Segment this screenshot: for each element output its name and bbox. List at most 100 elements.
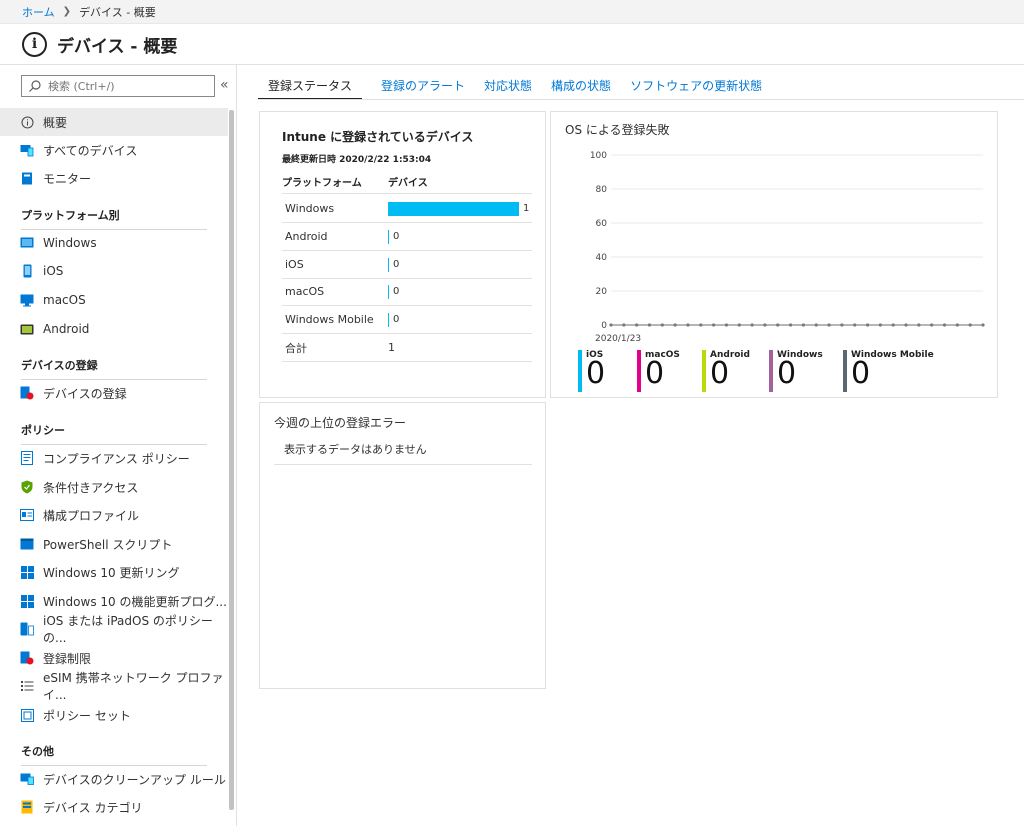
sidebar-item-monitor[interactable]: モニター	[0, 164, 228, 192]
sidebar-item-device-enrollment[interactable]: デバイスの登録	[0, 379, 228, 407]
data-point[interactable]	[955, 323, 959, 327]
table-row[interactable]: iOS 0	[282, 251, 532, 279]
data-point[interactable]	[878, 323, 882, 327]
info-icon: i	[22, 31, 47, 57]
data-point[interactable]	[776, 323, 780, 327]
data-point[interactable]	[647, 323, 652, 327]
sidebar-scrollbar[interactable]	[229, 110, 234, 810]
data-point[interactable]	[622, 323, 626, 327]
sidebar-item-label: デバイス カテゴリ	[43, 800, 143, 815]
sidebar-item-ios[interactable]: iOS	[0, 257, 228, 285]
breadcrumb: ホーム ❯ デバイス - 概要	[0, 0, 1024, 24]
legend-item-android[interactable]: Android 0	[702, 350, 750, 392]
table-row[interactable]: macOS 0	[282, 278, 532, 306]
data-point[interactable]	[750, 323, 754, 327]
data-point[interactable]	[942, 323, 947, 327]
y-tick-label: 100	[590, 151, 607, 161]
data-point[interactable]	[801, 323, 806, 327]
enrollment-failures-chart-card[interactable]: OS による登録失敗 0 20 40 60 80 100 2020/1/23 iOS 0 m…	[550, 111, 998, 398]
empty-state-text: 表示するデータはありません	[274, 439, 532, 465]
tab-enrollment-status[interactable]: 登録ステータス	[258, 78, 363, 100]
legend-item-ios[interactable]: iOS 0	[578, 350, 605, 392]
compliance-icon	[20, 451, 34, 465]
sidebar-item-label: 登録制限	[43, 651, 92, 666]
data-point[interactable]	[904, 323, 908, 327]
table-row[interactable]: Windows Mobile 0	[282, 306, 532, 334]
data-point[interactable]	[737, 323, 741, 327]
tab-bar: 登録ステータス 登録のアラート 対応状態 構成の状態 ソフトウェアの更新状態	[258, 78, 781, 100]
search-input[interactable]	[48, 79, 208, 93]
tab-configuration-status[interactable]: 構成の状態	[551, 78, 611, 100]
profile-icon	[20, 508, 34, 522]
powershell-icon	[20, 537, 34, 551]
device-count-bar	[388, 229, 389, 244]
sidebar-item-esim-profiles[interactable]: eSIM 携帯ネットワーク プロファイ...	[0, 671, 228, 702]
sidebar-item-policy-sets[interactable]: ポリシー セット	[0, 701, 228, 729]
sidebar-item-powershell-scripts[interactable]: PowerShell スクリプト	[0, 530, 228, 558]
legend-item-windows[interactable]: Windows 0	[769, 350, 823, 392]
legend-series-total: 0	[710, 356, 730, 391]
sidebar-item-device-categories[interactable]: デバイス カテゴリ	[0, 793, 228, 821]
data-point[interactable]	[930, 323, 934, 327]
data-point[interactable]	[660, 323, 664, 327]
sidebar-item-overview[interactable]: 概要	[0, 108, 228, 136]
data-point[interactable]	[763, 323, 767, 327]
breadcrumb-home-link[interactable]: ホーム	[22, 4, 55, 20]
legend-item-macos[interactable]: macOS 0	[637, 350, 680, 392]
data-point[interactable]	[712, 323, 716, 327]
device-count-bar	[388, 257, 389, 272]
sidebar-item-conditional-access[interactable]: 条件付きアクセス	[0, 473, 228, 501]
category-icon	[20, 800, 34, 814]
sidebar-item-label: Windows	[43, 236, 97, 250]
cleanup-icon	[20, 772, 34, 786]
data-point[interactable]	[865, 323, 870, 327]
data-point[interactable]	[686, 323, 690, 327]
sidebar-item-windows[interactable]: Windows	[0, 229, 228, 257]
sidebar-item-label: コンプライアンス ポリシー	[43, 451, 190, 466]
sidebar-item-ios-update-policies[interactable]: iOS または iPadOS のポリシーの...	[0, 614, 228, 645]
sidebar-item-device-cleanup-rules[interactable]: デバイスのクリーンアップ ルール	[0, 765, 228, 793]
total-value: 1	[388, 341, 395, 354]
search-box[interactable]	[21, 75, 215, 97]
sidebar-item-macos[interactable]: macOS	[0, 286, 228, 314]
sidebar-item-compliance-policy[interactable]: コンプライアンス ポリシー	[0, 444, 228, 472]
sidebar-item-label: すべてのデバイス	[43, 143, 138, 158]
legend-item-windows-mobile[interactable]: Windows Mobile 0	[843, 350, 934, 392]
data-point[interactable]	[788, 323, 793, 327]
data-point[interactable]	[673, 323, 677, 327]
data-point[interactable]	[827, 323, 831, 327]
sidebar-item-android[interactable]: Android	[0, 315, 228, 343]
table-row[interactable]: Android 0	[282, 223, 532, 251]
monitor-book-icon	[20, 171, 34, 185]
data-point[interactable]	[635, 323, 639, 327]
enrolled-devices-card[interactable]: Intune に登録されているデバイス 最終更新日時 2020/2/22 1:5…	[259, 111, 546, 398]
data-point[interactable]	[968, 323, 972, 327]
sidebar-item-label: PowerShell スクリプト	[43, 537, 173, 552]
sidebar-item-configuration-profiles[interactable]: 構成プロファイル	[0, 501, 228, 529]
sidebar-item-enrollment-restrictions[interactable]: 登録制限	[0, 644, 228, 672]
data-point[interactable]	[609, 323, 613, 327]
shield-icon	[20, 480, 34, 494]
tab-compliance-status[interactable]: 対応状態	[484, 78, 532, 100]
data-point[interactable]	[917, 323, 921, 327]
tab-enrollment-alerts[interactable]: 登録のアラート	[381, 78, 465, 100]
data-point[interactable]	[814, 323, 818, 327]
collapse-sidebar-icon[interactable]: «	[220, 77, 229, 93]
top-enrollment-errors-card[interactable]: 今週の上位の登録エラー 表示するデータはありません	[259, 402, 546, 689]
windows-device-icon	[20, 236, 34, 250]
tab-software-update-status[interactable]: ソフトウェアの更新状態	[630, 78, 762, 100]
data-point[interactable]	[724, 323, 729, 327]
data-point[interactable]	[981, 323, 985, 327]
sidebar-item-windows10-feature-updates[interactable]: Windows 10 の機能更新プログ...	[0, 587, 228, 615]
device-count-bar	[388, 284, 389, 299]
data-point[interactable]	[699, 323, 703, 327]
sidebar-item-label: 条件付きアクセス	[43, 480, 139, 495]
table-row[interactable]: Windows 1	[282, 195, 532, 223]
sidebar-item-windows10-update-rings[interactable]: Windows 10 更新リング	[0, 558, 228, 586]
sidebar: « 概要 すべてのデバイス モニター プラットフォーム別 Windows iOS…	[0, 65, 237, 826]
sidebar-item-label: デバイスの登録	[43, 386, 127, 401]
data-point[interactable]	[840, 323, 844, 327]
sidebar-item-all-devices[interactable]: すべてのデバイス	[0, 136, 228, 164]
data-point[interactable]	[891, 323, 895, 327]
data-point[interactable]	[853, 323, 857, 327]
